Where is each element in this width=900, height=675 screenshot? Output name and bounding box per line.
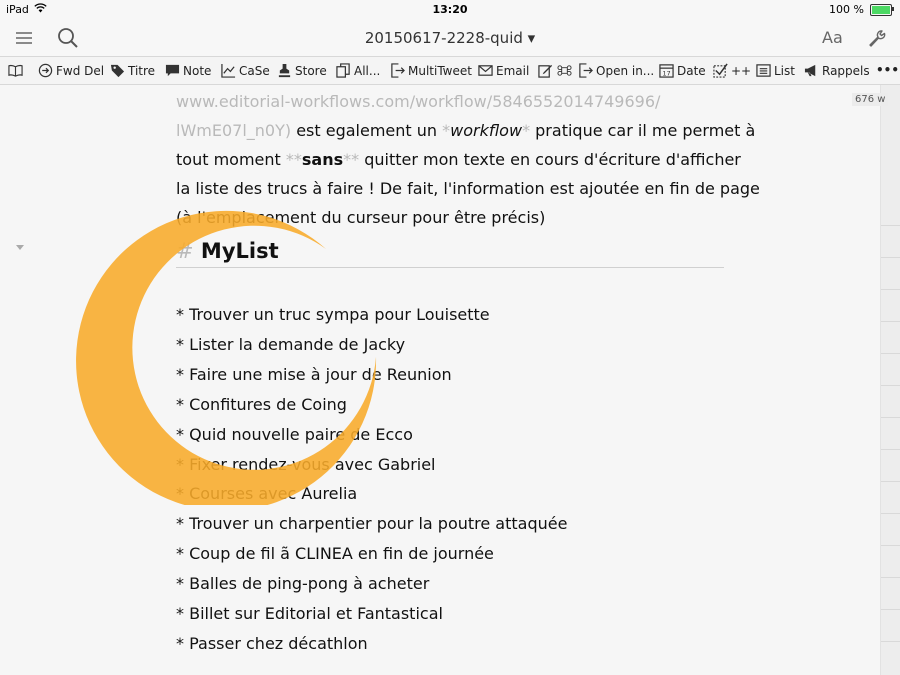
list-item[interactable]: * Quid nouvelle paire de Ecco (176, 425, 413, 445)
fold-triangle-icon[interactable] (16, 245, 24, 250)
list-item[interactable]: * Trouver un truc sympa pour Louisette (176, 305, 490, 325)
checkbox-icon (713, 63, 728, 78)
edit-icon (538, 64, 553, 78)
list-item[interactable]: * Trouver un charpentier pour la poutre … (176, 514, 567, 534)
calendar-icon: 17 (659, 64, 674, 78)
section-heading: # MyList (176, 239, 279, 263)
svg-text:17: 17 (662, 70, 670, 78)
battery-percent: 100 % (829, 3, 864, 16)
speech-bubble-icon (165, 64, 180, 77)
url-line-1[interactable]: www.editorial-workflows.com/workflow/584… (176, 92, 660, 112)
wrench-icon[interactable] (866, 27, 888, 49)
command-button[interactable] (557, 63, 572, 78)
checklist-button[interactable]: ++ (713, 63, 751, 78)
more-button[interactable]: ••• (876, 63, 899, 77)
status-bar: iPad 13:20 100 % (0, 0, 900, 20)
scroll-marker (881, 385, 900, 386)
paragraph-line-4: la liste des trucs à faire ! De fait, l'… (176, 179, 760, 198)
note-button[interactable]: Note (165, 63, 211, 78)
rappels-button[interactable]: Rappels (804, 63, 870, 78)
font-settings-button[interactable]: Aa (822, 28, 843, 47)
scroll-marker (881, 417, 900, 418)
paragraph-line-2: lWmE07l_n0Y) est egalement un *workflow*… (176, 121, 756, 140)
multitweet-button[interactable]: MultiTweet (390, 63, 472, 78)
word-count: 676 w (852, 93, 889, 106)
copy-icon (336, 63, 350, 78)
scroll-marker (881, 609, 900, 610)
stamp-icon (278, 63, 291, 78)
scroll-marker (881, 577, 900, 578)
paragraph-line-3: tout moment **sans** quitter mon texte e… (176, 150, 741, 169)
list-item[interactable]: * Coup de fil ã CLINEA en fin de journée (176, 544, 494, 564)
scroll-marker (881, 641, 900, 642)
scroll-marker (881, 321, 900, 322)
edit-compose-button[interactable] (538, 63, 553, 78)
battery-icon (870, 3, 894, 16)
list-item[interactable]: * Billet sur Editorial et Fantastical (176, 604, 443, 624)
titre-button[interactable]: Titre (110, 63, 155, 78)
italic-word: workflow (450, 121, 523, 140)
list-item[interactable]: * Fixer rendez-vous avec Gabriel (176, 455, 436, 475)
list-button[interactable]: List (756, 63, 795, 78)
bold-word: sans (301, 150, 344, 169)
megaphone-icon (804, 64, 816, 77)
heading-divider (176, 267, 724, 268)
scroll-marker (881, 481, 900, 482)
tag-icon (110, 64, 125, 78)
scroll-marker (881, 545, 900, 546)
date-button[interactable]: 17 Date (659, 63, 706, 78)
export-arrow-icon (391, 63, 405, 78)
open-in-button[interactable]: Open in... (578, 63, 654, 78)
list-item[interactable]: * Balles de ping-pong à acheter (176, 574, 429, 594)
url-line-2[interactable]: lWmE07l_n0Y) (176, 121, 291, 140)
book-button[interactable] (8, 63, 23, 78)
scroll-marker (881, 257, 900, 258)
envelope-icon (478, 65, 493, 76)
scroll-marker (881, 225, 900, 226)
list-item[interactable]: * Passer chez décathlon (176, 634, 368, 654)
scroll-marker (881, 353, 900, 354)
all-button[interactable]: All... (336, 63, 380, 78)
editor-scrollbar[interactable] (880, 85, 900, 675)
email-button[interactable]: Email (478, 63, 529, 78)
fwd-del-button[interactable]: Fwd Del (38, 63, 104, 78)
scroll-marker (881, 449, 900, 450)
command-key-icon (557, 65, 572, 76)
clock: 13:20 (432, 3, 468, 16)
list-item[interactable]: * Lister la demande de Jacky (176, 335, 405, 355)
scroll-marker (881, 289, 900, 290)
list-item[interactable]: * Courses avec Aurelia (176, 484, 357, 504)
store-button[interactable]: Store (277, 63, 327, 78)
chart-line-icon (221, 63, 236, 78)
export-arrow-icon (579, 63, 593, 78)
arrow-circle-icon (38, 63, 53, 78)
list-icon (756, 64, 771, 77)
list-item[interactable]: * Confitures de Coing (176, 395, 347, 415)
nav-bar: 20150617-2228-quid ▾ Aa (0, 20, 900, 56)
case-button[interactable]: CaSe (221, 63, 270, 78)
workflow-toolbar: Fwd Del Titre Note CaSe Store All... Mul… (0, 56, 900, 85)
document-title[interactable]: 20150617-2228-quid ▾ (0, 29, 900, 47)
scroll-marker (881, 513, 900, 514)
book-icon (8, 64, 23, 77)
paragraph-line-5: (à l'emplacement du curseur pour être pr… (176, 208, 546, 227)
list-item[interactable]: * Faire une mise à jour de Reunion (176, 365, 452, 385)
